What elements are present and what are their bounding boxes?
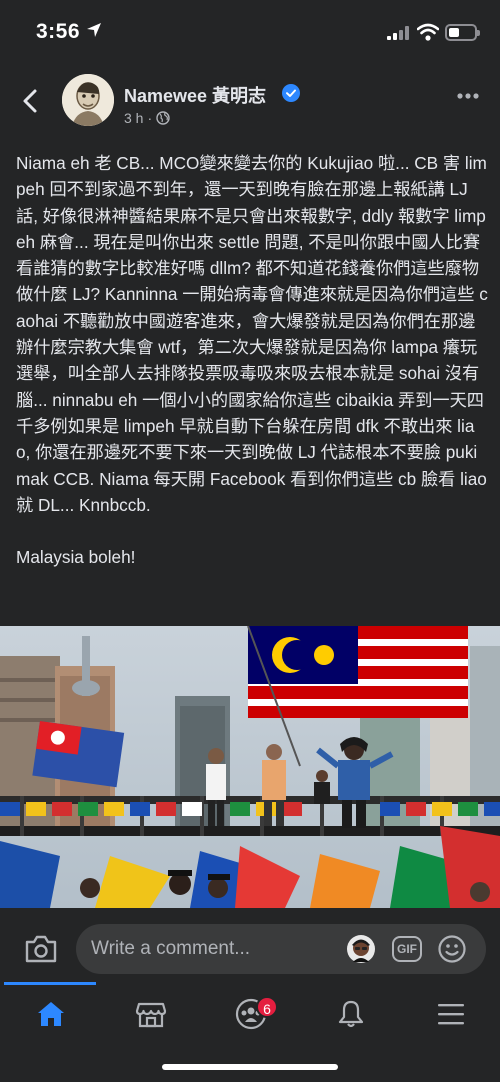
- location-arrow-icon: [87, 23, 101, 37]
- nav-menu[interactable]: [420, 992, 480, 1032]
- nav-active-indicator: [4, 982, 96, 985]
- home-icon: [38, 1002, 64, 1026]
- home-indicator: [162, 1064, 338, 1070]
- nav-home[interactable]: [20, 992, 80, 1032]
- globe-icon: [156, 111, 170, 125]
- emoji-icon[interactable]: [438, 935, 466, 963]
- battery-icon: [445, 24, 480, 41]
- camera-icon[interactable]: [24, 934, 58, 964]
- post-timestamp[interactable]: 3 h: [124, 110, 143, 126]
- hamburger-menu-icon: [438, 1004, 464, 1025]
- post-closing-line: Malaysia boleh!: [16, 547, 136, 568]
- post-header: Namewee 黃明志 3 h ·: [0, 68, 500, 138]
- nav-marketplace[interactable]: [120, 992, 180, 1032]
- more-options-icon[interactable]: [456, 92, 480, 100]
- wifi-icon: [417, 23, 439, 41]
- nav-notifications[interactable]: [320, 992, 380, 1032]
- comment-placeholder: Write a comment...: [91, 938, 251, 959]
- post-meta: 3 h ·: [124, 110, 170, 126]
- avatar-sticker-icon[interactable]: [346, 934, 376, 964]
- photo-illustration: [0, 626, 500, 908]
- meta-separator: ·: [147, 110, 153, 126]
- gif-button[interactable]: GIF: [392, 936, 422, 962]
- author-name[interactable]: Namewee 黃明志: [124, 82, 266, 108]
- marketplace-icon: [135, 1002, 167, 1028]
- groups-badge: 6: [256, 996, 278, 1018]
- comment-input[interactable]: Write a comment... GIF: [76, 924, 486, 974]
- status-bar: 3:56: [0, 0, 500, 62]
- cellular-signal-icon: [387, 26, 409, 40]
- author-avatar[interactable]: [62, 74, 114, 126]
- back-arrow-icon[interactable]: [18, 88, 44, 114]
- bell-icon: [338, 1000, 364, 1028]
- post-text: Niama eh 老 CB... MCO變來變去你的 Kukujiao 啦...…: [16, 150, 488, 570]
- comment-bar: Write a comment... GIF: [0, 920, 500, 980]
- verified-badge-icon: [282, 84, 300, 102]
- status-time: 3:56: [36, 20, 81, 43]
- nav-groups[interactable]: 6: [220, 992, 280, 1032]
- post-photo[interactable]: [0, 626, 500, 908]
- post-body: Niama eh 老 CB... MCO變來變去你的 Kukujiao 啦...…: [16, 153, 488, 515]
